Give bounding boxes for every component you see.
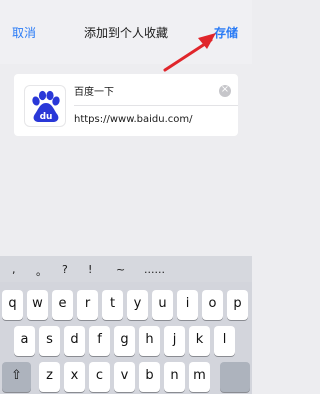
bookmark-url-field[interactable] [74,110,234,128]
key-p[interactable]: p [227,290,248,320]
key-e[interactable]: e [52,290,73,320]
shift-icon: ⇧ [11,368,22,383]
key-m[interactable]: m [189,362,210,392]
key-a[interactable]: a [14,326,35,356]
key-y[interactable]: y [127,290,148,320]
baidu-logo-icon: du [24,85,66,127]
key-g[interactable]: g [114,326,135,356]
symbol-key[interactable]: , [12,263,16,276]
divider [74,105,238,106]
key-r[interactable]: r [77,290,98,320]
key-o[interactable]: o [202,290,223,320]
symbol-key[interactable]: ...... [144,263,165,276]
key-u[interactable]: u [152,290,173,320]
key-x[interactable]: x [64,362,85,392]
key-t[interactable]: t [102,290,123,320]
close-icon: × [220,84,230,95]
bookmark-name-field[interactable] [74,81,224,99]
keyboard: , 。 ? ! ~ ...... q w e r t y u i o p a s… [0,256,252,394]
save-button[interactable]: 存储 [214,24,238,41]
key-s[interactable]: s [39,326,60,356]
key-l[interactable]: l [214,326,235,356]
key-c[interactable]: c [89,362,110,392]
key-d[interactable]: d [64,326,85,356]
svg-text:du: du [40,112,53,122]
key-h[interactable]: h [139,326,160,356]
symbol-key[interactable]: ! [88,263,92,276]
key-b[interactable]: b [139,362,160,392]
nav-bar: 取消 添加到个人收藏 存储 [0,0,252,64]
key-n[interactable]: n [164,362,185,392]
backspace-key[interactable] [220,362,250,392]
clear-text-button[interactable]: × [219,84,231,97]
key-j[interactable]: j [164,326,185,356]
key-k[interactable]: k [189,326,210,356]
key-i[interactable]: i [177,290,198,320]
key-w[interactable]: w [27,290,48,320]
key-z[interactable]: z [39,362,60,392]
key-q[interactable]: q [2,290,23,320]
bookmark-card: du × [14,74,238,136]
key-f[interactable]: f [89,326,110,356]
cancel-button[interactable]: 取消 [12,24,36,41]
symbol-key[interactable]: ? [62,263,68,276]
key-v[interactable]: v [114,362,135,392]
symbol-key[interactable]: ~ [116,263,125,276]
symbol-key[interactable]: 。 [36,263,47,279]
symbol-suggestion-bar: , 。 ? ! ~ ...... [0,256,252,282]
shift-key[interactable]: ⇧ [2,362,31,392]
